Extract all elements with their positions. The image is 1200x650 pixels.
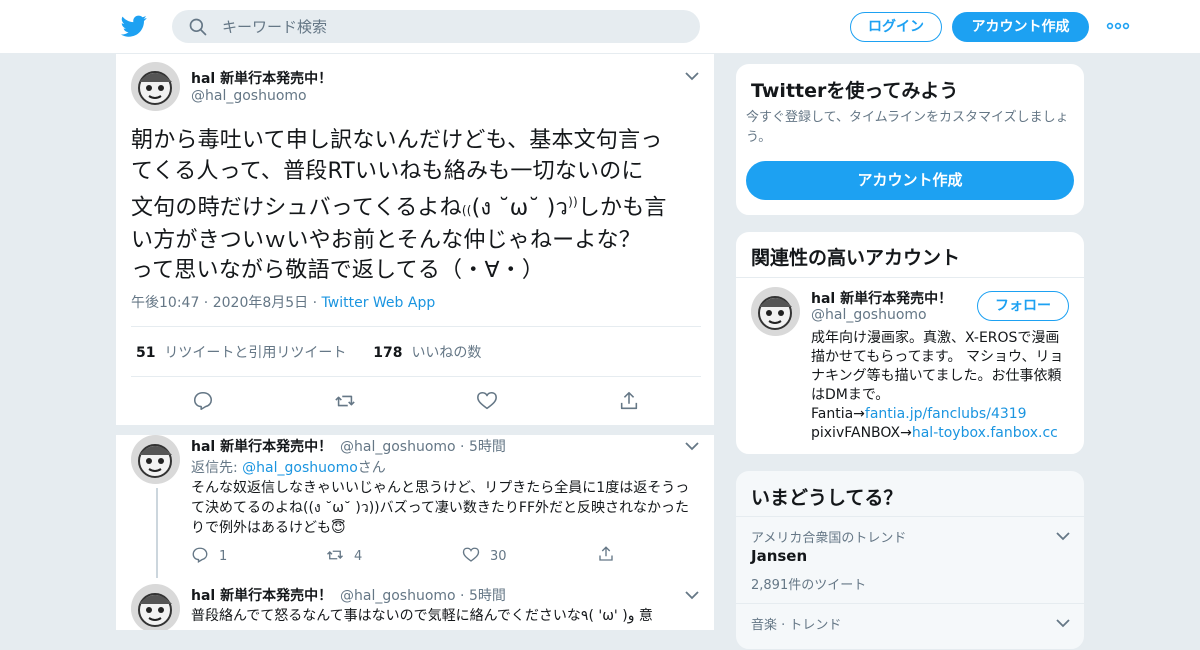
trend-item[interactable]: アメリカ合衆国のトレンド Jansen 2,891件のツイート [736,517,1084,603]
twitter-bird-icon[interactable] [120,13,148,39]
trend-item[interactable]: 音楽 · トレンド [736,604,1084,644]
trend-count: 2,891件のツイート [751,578,867,593]
search-input[interactable] [222,10,682,43]
search-icon [189,18,207,36]
trend-category: アメリカ合衆国のトレンド [751,531,907,546]
related-account-bio: 成年向け漫画家。真激、X-EROSで漫画描かせてもらってます。 マショウ、リョナ… [811,330,1064,441]
trend-name: Jansen [751,547,808,565]
like-icon[interactable] [476,390,498,412]
chevron-down-icon[interactable] [685,441,699,451]
reply-author-meta[interactable]: @hal_goshuomo · 5時間 [340,585,506,605]
signup-card-title: Twitterを使ってみよう [751,80,959,102]
main-timeline-column: hal 新単行本発売中！ @hal_goshuomo 朝から毒吐いて申し訳ないん… [115,54,715,630]
avatar[interactable] [131,435,180,484]
divider [131,376,701,377]
reply-author-meta[interactable]: @hal_goshuomo · 5時間 [340,436,506,456]
chevron-down-icon[interactable] [1056,531,1070,541]
tweet-actions [116,390,714,414]
related-account-handle[interactable]: @hal_goshuomo [811,307,927,323]
tweet-time: 午後10:47 [131,295,200,311]
avatar[interactable] [131,584,180,630]
divider [131,326,701,327]
signup-card: Twitterを使ってみよう 今すぐ登録して、タイムラインをカスタマイズしましょ… [735,63,1085,216]
avatar[interactable] [751,287,800,336]
chevron-down-icon[interactable] [1056,618,1070,628]
tweet-meta: 午後10:47 · 2020年8月5日 · Twitter Web App [131,295,436,311]
retweets-stat[interactable]: 51 リツイートと引用リツイート [136,345,346,361]
signup-card-button[interactable]: アカウント作成 [746,161,1074,200]
follow-button[interactable]: フォロー [977,291,1069,321]
reply-author-name[interactable]: hal 新単行本発売中！ [191,436,332,456]
trend-category: 音楽 · トレンド [751,618,842,633]
thread-line [156,488,158,578]
fantia-link[interactable]: fantia.jp/fanclubs/4319 [865,406,1027,422]
chevron-down-icon[interactable] [685,71,699,81]
reply-text: 普段絡んでて怒るなんて事はないので気軽に絡んでくださいな٩( 'ω' )و 意 [191,608,653,624]
retweet-count[interactable]: 4 [326,546,362,564]
tweet-author-name[interactable]: hal 新単行本発売中！ [191,68,332,88]
trends-card-title: いまどうしてる？ [751,487,903,509]
trends-card: いまどうしてる？ アメリカ合衆国のトレンド Jansen 2,891件のツイート… [735,470,1085,650]
like-count[interactable]: 30 [462,546,507,564]
related-account-name[interactable]: hal 新単行本発売中！ [811,288,952,308]
related-accounts-card: 関連性の高いアカウント hal 新単行本発売中！ @hal_goshuomo フ… [735,231,1085,455]
reply-to-link[interactable]: @hal_goshuomo [242,460,358,476]
chevron-down-icon[interactable] [685,590,699,600]
avatar[interactable] [131,62,180,111]
tweet-date: 2020年8月5日 [212,295,309,311]
tweet-stats: 51 リツイートと引用リツイート 178 いいねの数 [136,342,481,362]
top-navigation-bar: ログイン アカウント作成 [0,0,1200,54]
share-icon[interactable] [618,390,640,412]
tweet-text: 朝から毒吐いて申し訳ないんだけども、基本文句言っ てくる人って、普段RTいいねも… [131,128,667,284]
likes-stat[interactable]: 178 いいねの数 [373,345,481,361]
pixiv-link[interactable]: hal-toybox.fanbox.cc [912,425,1058,441]
reply-count[interactable]: 1 [191,546,227,564]
reply-author-name[interactable]: hal 新単行本発売中！ [191,585,332,605]
tweet-source-link[interactable]: Twitter Web App [322,295,436,311]
login-button[interactable]: ログイン [850,12,942,42]
reply-icon[interactable] [192,390,214,412]
divider [736,277,1084,278]
tweet-author-handle[interactable]: @hal_goshuomo [191,88,307,104]
section-separator [116,425,714,435]
retweet-icon[interactable] [334,390,356,412]
search-box[interactable] [172,10,700,43]
reply-text: そんな奴返信しなきゃいいじゃんと思うけど、リプきたら全員に1度は返そうって決めて… [191,480,690,536]
signup-card-subtitle: 今すぐ登録して、タイムラインをカスタマイズしましょう。 [746,110,1069,145]
signup-button[interactable]: アカウント作成 [952,12,1089,42]
reply-to-line: 返信先: @hal_goshuomoさん [191,460,386,476]
share-icon[interactable] [597,545,615,563]
related-card-title: 関連性の高いアカウント [751,247,961,269]
more-icon[interactable] [1106,18,1130,34]
